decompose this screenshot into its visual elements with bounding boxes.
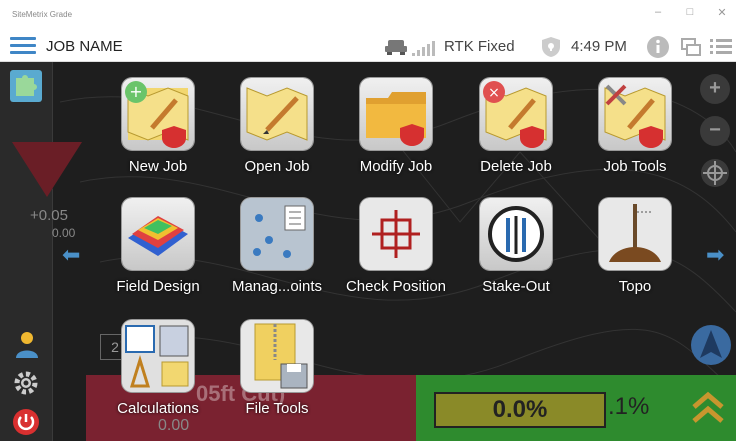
folder-icon (360, 78, 432, 150)
app-header: JOB NAME RTK Fixed 4:49 PM (0, 30, 736, 62)
hamburger-menu-icon[interactable] (10, 37, 36, 55)
zoom-out-button[interactable]: − (700, 116, 730, 146)
delete-job-button[interactable]: × Delete Job (456, 66, 576, 182)
svg-text:×: × (488, 85, 500, 101)
close-window-button[interactable]: ✕ (712, 6, 732, 19)
grade-percent: 0.0% (492, 396, 548, 423)
cut-fill-sub-value: 0.00 (52, 226, 76, 240)
locate-crosshair-icon[interactable] (700, 158, 730, 188)
info-icon[interactable] (646, 35, 670, 59)
file-tools-button[interactable]: File Tools (217, 308, 337, 424)
job-tools-label: Job Tools (603, 158, 667, 175)
manage-points-icon (241, 198, 313, 270)
manage-points-label: Manag...oints (231, 278, 323, 295)
window-title-bar: SiteMetrix Grade – □ ✕ (0, 0, 736, 30)
new-job-icon: + (122, 78, 194, 150)
clock: 4:49 PM (571, 38, 627, 55)
zoom-in-button[interactable]: + (700, 74, 730, 104)
calculations-button[interactable]: Calculations (98, 308, 218, 424)
new-job-label: New Job (128, 158, 188, 175)
grade-percent-box: 0.0% (434, 392, 606, 428)
grade-percent-secondary: .1% (608, 393, 650, 420)
grade-panel: 0.0% .1% (416, 375, 736, 441)
check-position-label: Check Position (345, 278, 447, 295)
settings-gear-icon[interactable] (13, 370, 39, 396)
file-tools-icon (241, 320, 313, 392)
field-design-icon (122, 198, 194, 270)
minimize-button[interactable]: – (648, 6, 668, 18)
compass-icon[interactable] (690, 324, 732, 366)
stake-out-icon (480, 198, 552, 270)
modify-job-label: Modify Job (359, 158, 433, 175)
arrow-left-icon[interactable]: ⬅ (62, 242, 80, 268)
list-icon[interactable] (710, 38, 732, 56)
field-design-label: Field Design (116, 278, 200, 295)
shield-lock-icon[interactable] (540, 36, 562, 58)
crosshair-icon (360, 198, 432, 270)
delete-job-icon: × (480, 78, 552, 150)
open-job-button[interactable]: Open Job (217, 66, 337, 182)
signal-strength-icon (412, 41, 435, 56)
modify-job-button[interactable]: Modify Job (336, 66, 456, 182)
puzzle-icon[interactable] (10, 70, 42, 102)
delete-job-label: Delete Job (480, 158, 552, 175)
arrow-right-icon[interactable]: ➡ (706, 242, 724, 268)
power-icon[interactable] (12, 408, 40, 436)
window-title: SiteMetrix Grade (12, 10, 73, 19)
file-tools-label: File Tools (245, 400, 309, 417)
job-tools-button[interactable]: Job Tools (575, 66, 695, 182)
calculations-icon (122, 320, 194, 392)
windows-icon[interactable] (680, 37, 702, 57)
job-tools-icon (599, 78, 671, 150)
chevron-up-double-icon[interactable] (692, 391, 724, 425)
gps-status: RTK Fixed (444, 38, 515, 55)
calculations-label: Calculations (117, 400, 199, 417)
open-job-label: Open Job (244, 158, 310, 175)
new-job-button[interactable]: + New Job (98, 66, 218, 182)
topo-button[interactable]: Topo (575, 186, 695, 302)
user-icon[interactable] (14, 330, 40, 358)
map-view[interactable]: +0.05 0.00 05ft Cut) 0.00 0.0% .1% ⬅ 2 +… (0, 62, 736, 441)
field-design-button[interactable]: Field Design (98, 186, 218, 302)
cut-indicator-arrow-icon (12, 142, 82, 197)
topo-label: Topo (618, 278, 652, 295)
stake-out-label: Stake-Out (482, 278, 550, 295)
open-job-icon (241, 78, 313, 150)
cut-fill-value: +0.05 (30, 207, 68, 224)
maximize-button[interactable]: □ (680, 6, 700, 18)
svg-text:+: + (129, 82, 142, 101)
rover-vehicle-icon (385, 40, 407, 55)
check-position-button[interactable]: Check Position (336, 186, 456, 302)
manage-points-button[interactable]: Manag...oints (217, 186, 337, 302)
stake-out-button[interactable]: Stake-Out (456, 186, 576, 302)
topo-icon (599, 198, 671, 270)
job-name: JOB NAME (46, 38, 123, 55)
